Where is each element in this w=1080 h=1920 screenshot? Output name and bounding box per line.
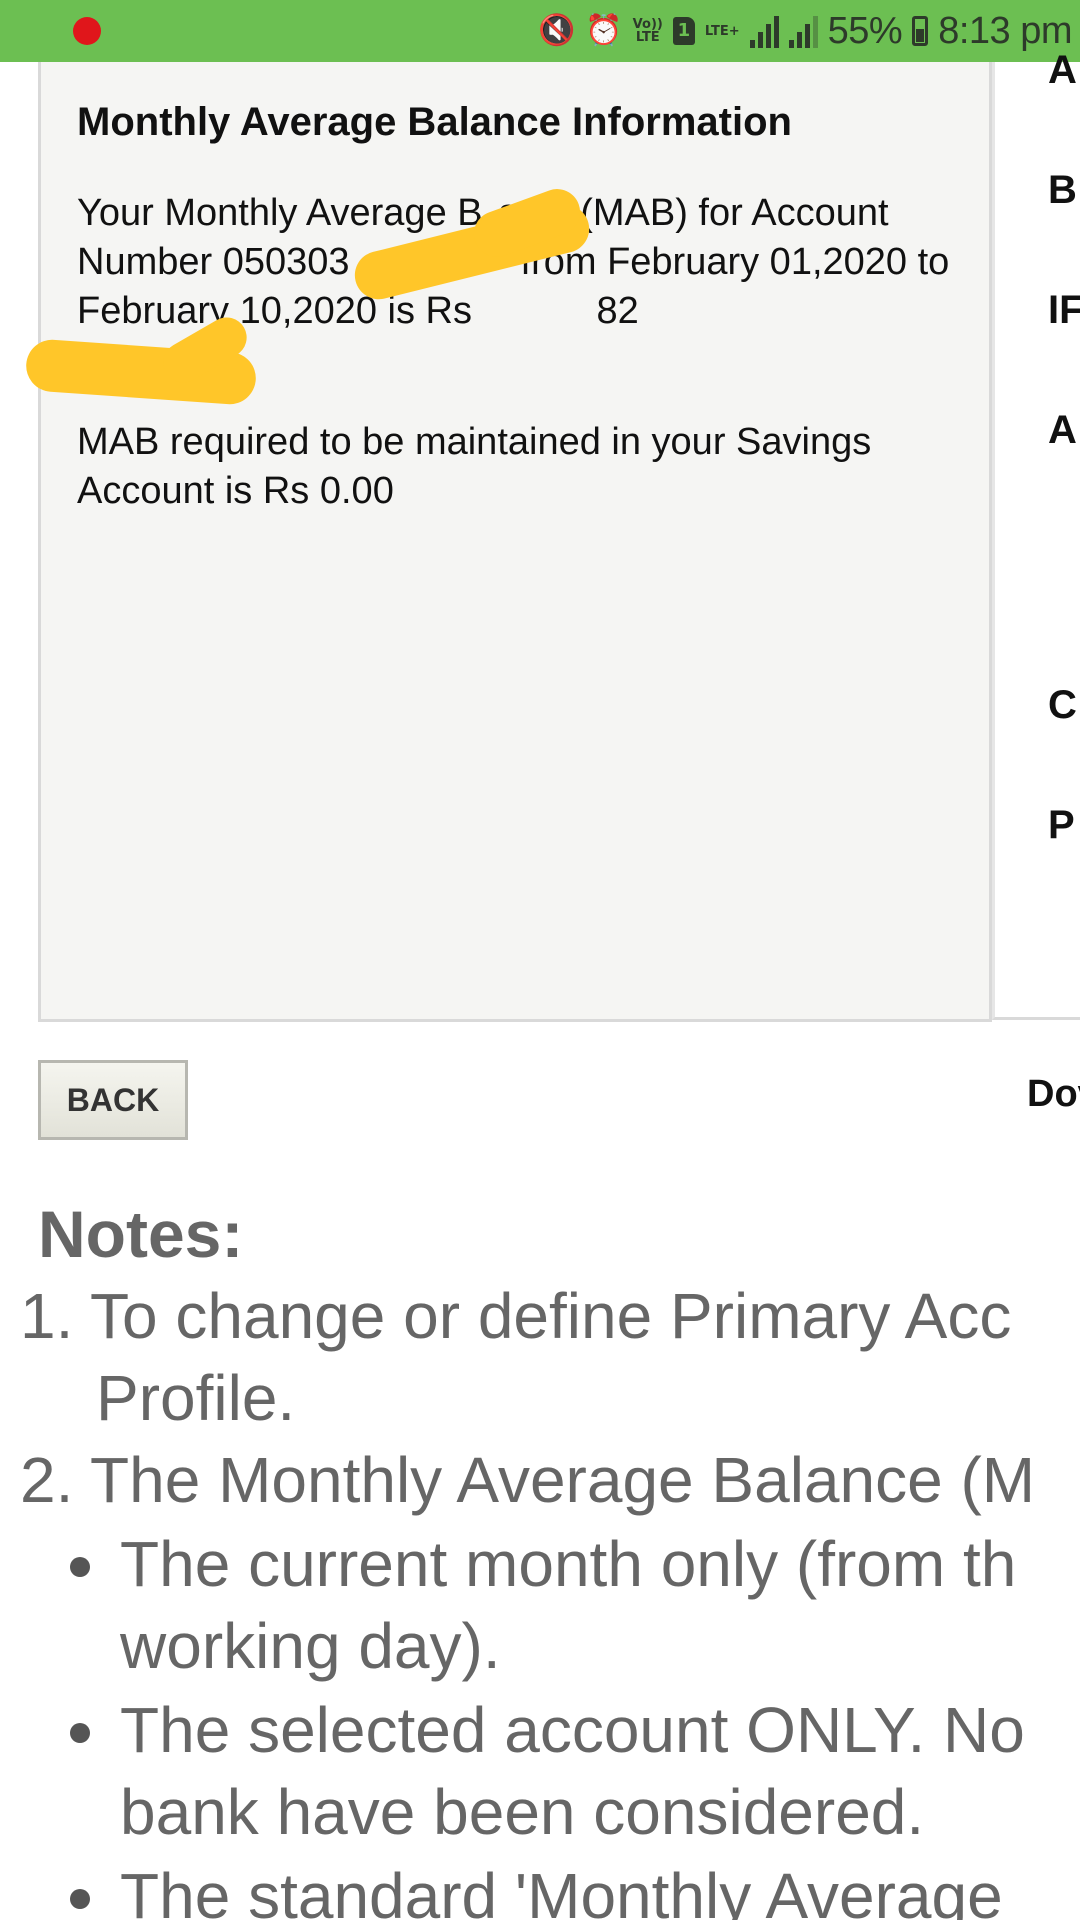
side-label-1: A [1048,48,1077,92]
status-icons: 🔇 ⏰ Vo)) LTE 1 LTE+ 55% 8:13 pm [537,0,1073,62]
side-label-3: IF [1048,288,1080,332]
signal-2-icon [788,14,818,48]
note-item-1-line-2: Profile. [96,1362,296,1434]
signal-1-icon [749,14,779,48]
side-label-4: A [1048,408,1077,452]
mute-icon: 🔇 [537,13,576,48]
bullet-icon [70,1557,90,1577]
volte-label-bottom: LTE [635,30,660,45]
bullet-icon [70,1723,90,1743]
sim-icon: 1 [672,17,695,45]
download-link[interactable]: Dov [1027,1073,1080,1116]
note-bullet-2-line-1: The selected account ONLY. No [120,1694,1025,1766]
bullet-icon [70,1889,90,1909]
clock-time: 8:13 pm [938,9,1072,52]
side-label-5: C [1048,683,1077,727]
note-item-1-line-1: 1. To change or define Primary Acc [20,1280,1012,1352]
mab-required-text: MAB required to be maintained in your Sa… [77,421,872,512]
alarm-icon: ⏰ [585,13,623,48]
side-label-2: B [1048,168,1077,212]
note-bullet-1-line-1: The current month only (from th [120,1528,1017,1600]
note-bullet-3-line-1: The standard 'Monthly Average [120,1860,1003,1920]
notes-heading: Notes: [38,1197,244,1271]
volte-icon: Vo)) LTE [633,18,663,44]
recording-dot-icon [73,17,101,45]
back-button[interactable]: BACK [38,1060,188,1140]
panel-title: Monthly Average Balance Information [77,100,792,144]
network-type-label: LTE+ [704,23,740,39]
status-bar: 🔇 ⏰ Vo)) LTE 1 LTE+ 55% 8:13 pm [0,0,1080,62]
side-label-6: P [1048,803,1075,847]
battery-percent: 55% [827,9,903,52]
screen: 🔇 ⏰ Vo)) LTE 1 LTE+ 55% 8:13 pm Monthly … [0,0,1080,1920]
note-bullet-2-line-2: bank have been considered. [120,1776,925,1848]
battery-icon [912,16,929,46]
note-item-2-line-1: 2. The Monthly Average Balance (M [20,1444,1036,1516]
note-bullet-1-line-2: working day). [120,1610,501,1682]
